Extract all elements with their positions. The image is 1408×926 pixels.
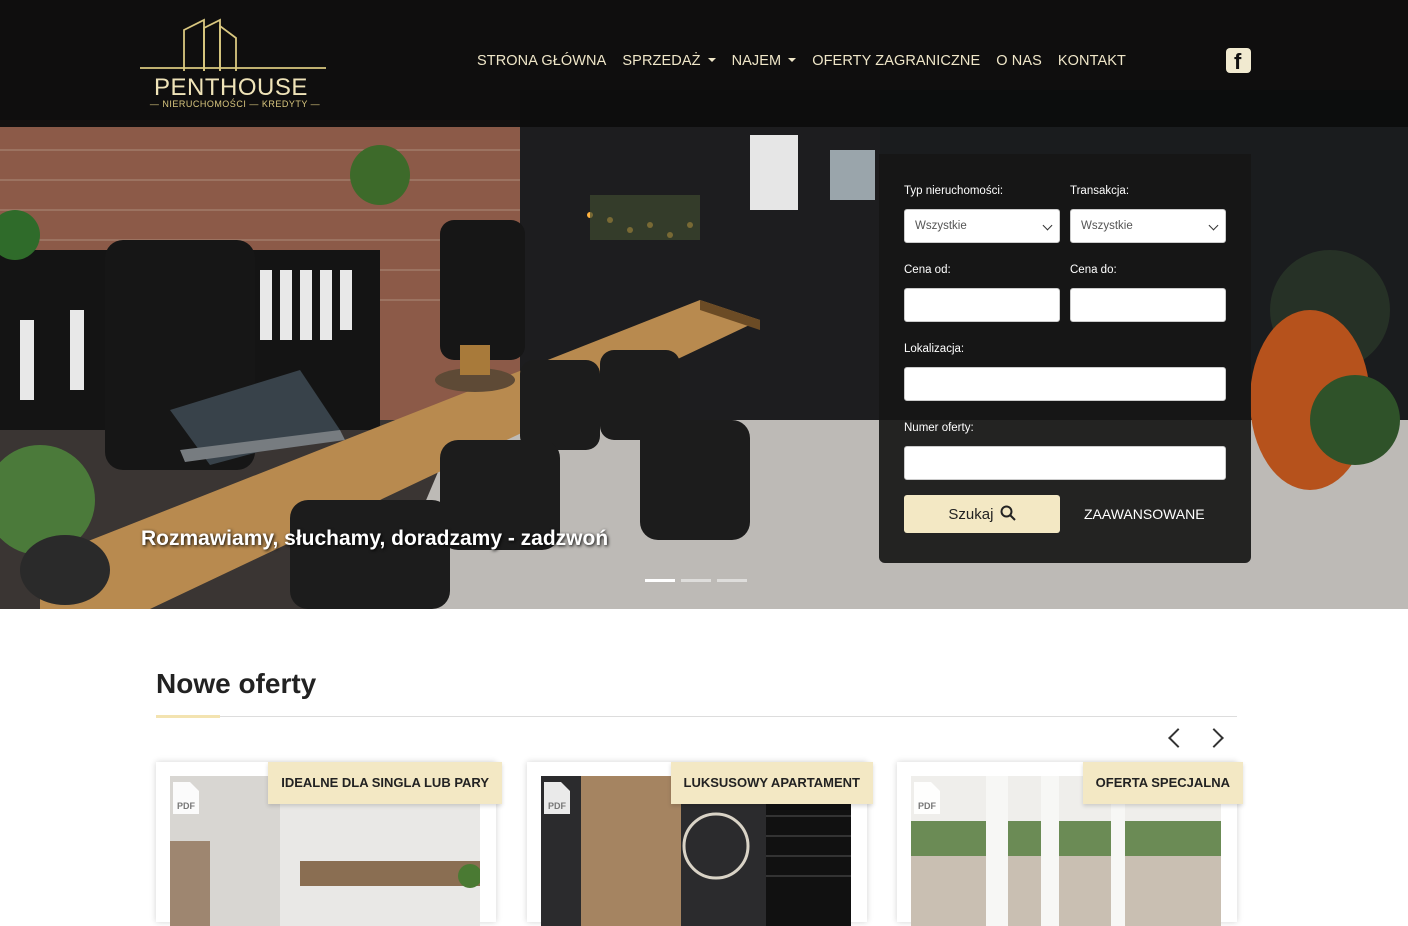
transaction-label: Transakcja:	[1070, 185, 1130, 197]
logo-wordmark: PENTHOUSE	[154, 74, 308, 101]
carousel-indicator-2[interactable]	[681, 579, 711, 582]
price-to-input[interactable]	[1070, 288, 1226, 322]
property-type-select[interactable]: Wszystkie	[904, 209, 1060, 243]
nav-contact[interactable]: KONTAKT	[1058, 53, 1126, 69]
nav-about[interactable]: O NAS	[996, 53, 1042, 69]
advanced-search-button[interactable]: ZAAWANSOWANE	[1084, 506, 1205, 522]
search-panel: Typ nieruchomości: Transakcja: Wszystkie…	[879, 154, 1251, 563]
carousel-indicator-3[interactable]	[717, 579, 747, 582]
next-arrow-icon[interactable]	[1204, 728, 1224, 748]
main-nav: STRONA GŁÓWNA SPRZEDAŻ NAJEM OFERTY ZAGR…	[477, 53, 1142, 69]
pdf-icon[interactable]: PDF	[173, 782, 199, 814]
property-type-label: Typ nieruchomości:	[904, 185, 1004, 197]
location-label: Lokalizacja:	[904, 343, 965, 355]
site-logo[interactable]: PENTHOUSE — NIERUCHOMOŚCI — KREDYTY —	[140, 16, 330, 112]
offer-card[interactable]: PDF IDEALNE DLA SINGLA LUB PARY	[156, 762, 502, 926]
offer-badge: LUKSUSOWY APARTAMENT	[670, 762, 873, 804]
price-to-label: Cena do:	[1070, 264, 1117, 276]
price-from-input[interactable]	[904, 288, 1060, 322]
nav-foreign-offers[interactable]: OFERTY ZAGRANICZNE	[812, 53, 980, 69]
nav-sale[interactable]: SPRZEDAŻ	[622, 53, 716, 69]
pdf-icon[interactable]: PDF	[914, 782, 940, 814]
search-button[interactable]: Szukaj	[904, 495, 1060, 533]
chevron-down-icon	[1208, 220, 1219, 231]
offer-card[interactable]: PDF LUKSUSOWY APARTAMENT	[527, 762, 873, 926]
svg-text:PDF: PDF	[548, 801, 567, 811]
offer-number-input[interactable]	[904, 446, 1226, 480]
hero-caption: Rozmawiamy, słuchamy, doradzamy - zadzwo…	[141, 527, 609, 550]
section-title: Nowe oferty	[156, 668, 317, 699]
transaction-select[interactable]: Wszystkie	[1070, 209, 1226, 243]
offer-badge: OFERTA SPECJALNA	[1082, 762, 1243, 804]
offer-number-label: Numer oferty:	[904, 422, 974, 434]
svg-text:PDF: PDF	[177, 801, 196, 811]
section-divider	[156, 716, 1237, 717]
caret-down-icon	[707, 58, 716, 62]
chevron-down-icon	[1042, 220, 1053, 231]
caret-down-icon	[788, 58, 797, 62]
section-divider-accent	[156, 715, 220, 718]
logo-tagline: — NIERUCHOMOŚCI — KREDYTY —	[149, 99, 321, 109]
prev-arrow-icon[interactable]	[1168, 728, 1188, 748]
offer-card[interactable]: PDF OFERTA SPECJALNA	[897, 762, 1243, 926]
price-from-label: Cena od:	[904, 264, 951, 276]
building-logo-icon	[140, 18, 326, 71]
facebook-icon[interactable]: f	[1226, 48, 1251, 74]
nav-home[interactable]: STRONA GŁÓWNA	[477, 53, 606, 69]
nav-rent[interactable]: NAJEM	[732, 53, 797, 69]
location-input[interactable]	[904, 367, 1226, 401]
pdf-icon[interactable]: PDF	[544, 782, 570, 814]
offer-badge: IDEALNE DLA SINGLA LUB PARY	[268, 762, 502, 804]
search-icon	[1000, 505, 1016, 521]
carousel-indicators	[645, 579, 747, 582]
hero-carousel: PENTHOUSE — NIERUCHOMOŚCI — KREDYTY — ST…	[0, 0, 1408, 609]
svg-text:PDF: PDF	[918, 801, 937, 811]
carousel-indicator-1[interactable]	[645, 579, 675, 582]
